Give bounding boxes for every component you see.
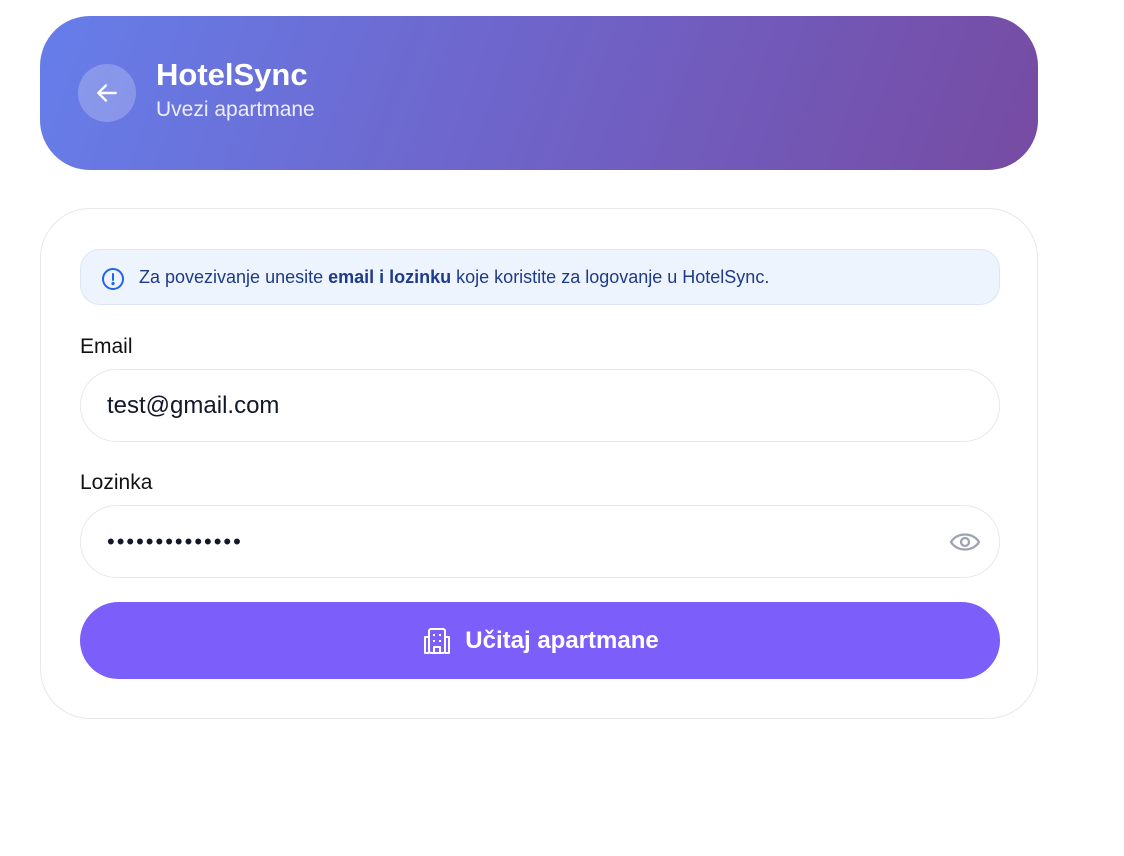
- load-apartments-button[interactable]: Učitaj apartmane: [80, 602, 1000, 679]
- info-text-after: koje koristite za logovanje u HotelSync.: [451, 266, 770, 287]
- building-icon: [424, 627, 451, 654]
- password-field[interactable]: ••••••••••••••: [80, 505, 1000, 578]
- email-value: test@gmail.com: [107, 391, 280, 419]
- info-text: Za povezivanje unesite email i lozinku k…: [139, 267, 769, 288]
- email-field[interactable]: test@gmail.com: [80, 369, 1000, 442]
- info-text-bold: email i lozinku: [328, 266, 452, 287]
- app-header: HotelSync Uvezi apartmane: [40, 16, 1038, 170]
- email-label: Email: [80, 335, 133, 358]
- header-titles: HotelSync Uvezi apartmane: [156, 57, 315, 123]
- password-value: ••••••••••••••: [107, 528, 243, 554]
- page-subtitle: Uvezi apartmane: [156, 98, 315, 121]
- login-card: Za povezivanje unesite email i lozinku k…: [40, 208, 1038, 719]
- info-circle-icon: [102, 267, 124, 290]
- info-banner: Za povezivanje unesite email i lozinku k…: [80, 249, 1000, 305]
- load-apartments-label: Učitaj apartmane: [465, 626, 659, 654]
- info-text-before: Za povezivanje unesite: [139, 266, 329, 287]
- app-title: HotelSync: [156, 57, 308, 92]
- arrow-left-icon: [97, 84, 117, 102]
- password-label: Lozinka: [80, 471, 153, 494]
- back-button[interactable]: [78, 64, 136, 122]
- eye-icon[interactable]: [949, 528, 981, 556]
